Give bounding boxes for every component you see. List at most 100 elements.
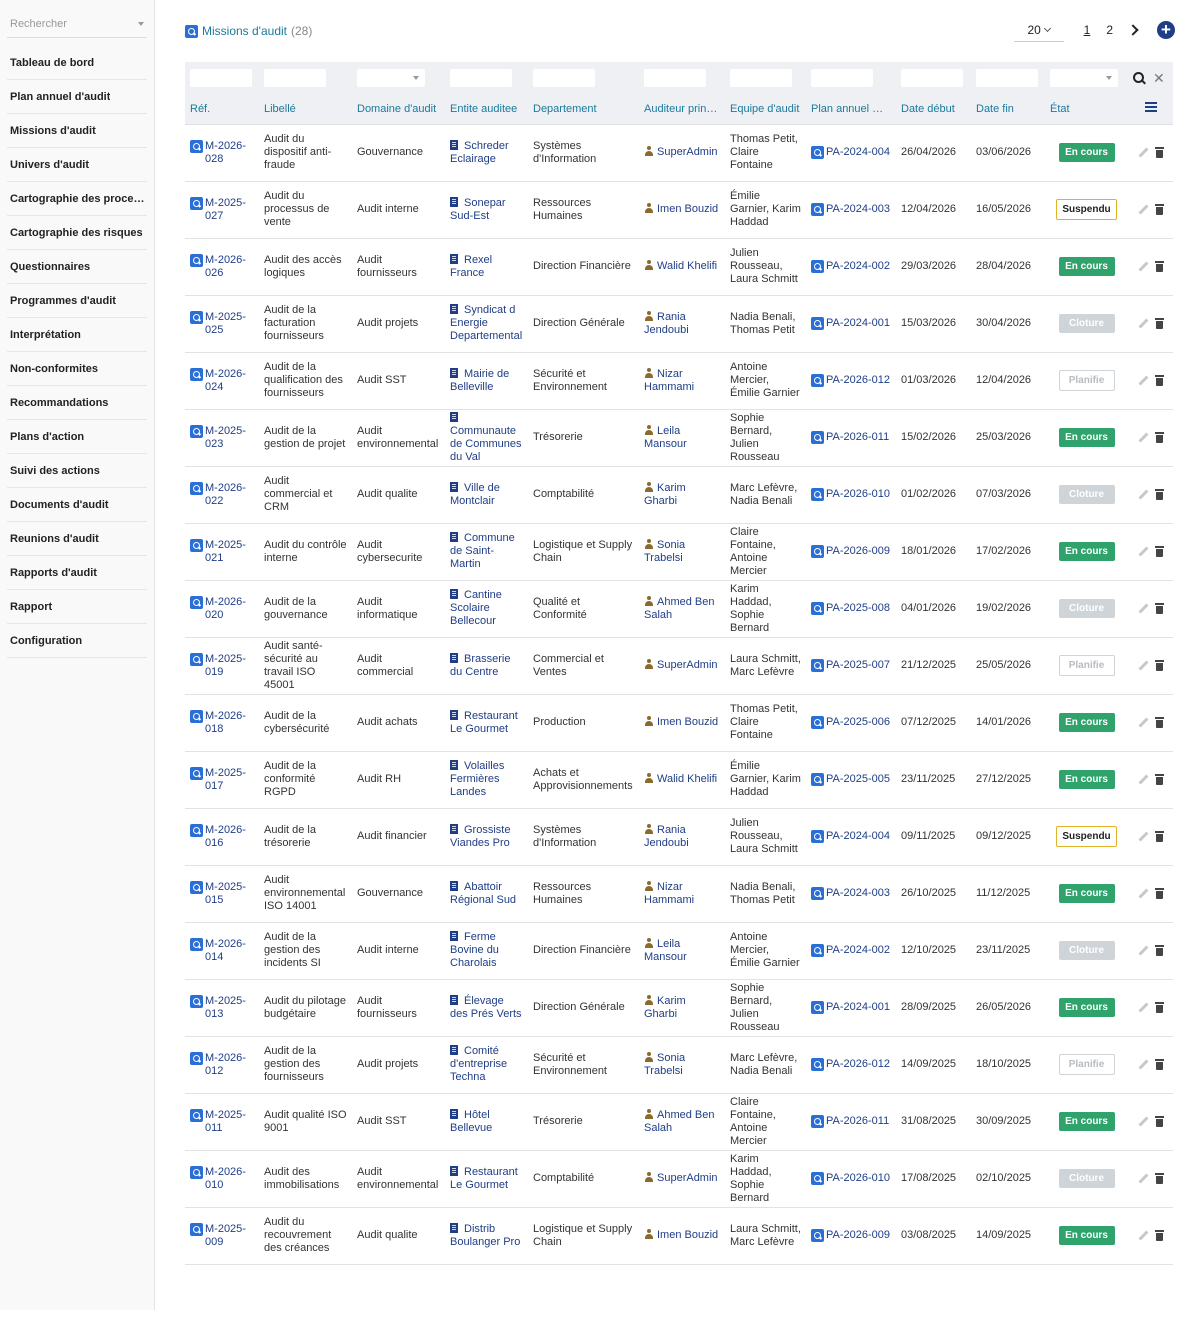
auditeur-link[interactable]: Rania Jendoubi [644,310,720,337]
close-icon[interactable]: ✕ [1153,70,1165,87]
entite-link[interactable]: Ferme Bovine du Charolais [450,931,523,970]
auditeur-link[interactable]: Rania Jendoubi [644,823,720,850]
entite-link[interactable]: Cantine Scolaire Bellecour [450,589,523,628]
filter-fin-input[interactable] [976,69,1038,87]
sidebar-item[interactable]: Interprétation [7,318,147,352]
plan-link[interactable]: PA-2024-001 [811,317,891,330]
mission-ref-link[interactable]: M-2025-011 [190,1108,254,1135]
column-header[interactable]: Domaine d'audit [352,94,445,125]
plan-link[interactable]: PA-2025-006 [811,716,891,729]
plan-link[interactable]: PA-2024-003 [811,887,891,900]
trash-icon[interactable] [1154,204,1164,215]
mission-ref-link[interactable]: M-2025-023 [190,424,254,451]
mission-ref-link[interactable]: M-2025-021 [190,538,254,565]
mission-ref-link[interactable]: M-2026-014 [190,937,254,964]
plan-link[interactable]: PA-2025-008 [811,602,891,615]
edit-icon[interactable] [1138,660,1149,671]
plan-link[interactable]: PA-2026-011 [811,431,891,444]
plan-link[interactable]: PA-2026-009 [811,545,891,558]
filter-etat-select[interactable] [1050,69,1118,87]
filter-debut-input[interactable] [901,69,963,87]
sidebar-item[interactable]: Documents d'audit [7,488,147,522]
entite-link[interactable]: Distrib Boulanger Pro [450,1222,523,1249]
auditeur-link[interactable]: Imen Bouzid [644,1229,720,1242]
filter-auditeur-input[interactable] [644,69,706,87]
trash-icon[interactable] [1154,1173,1164,1184]
column-list-icon[interactable] [1144,102,1157,113]
mission-ref-link[interactable]: M-2025-015 [190,880,254,907]
sidebar-search[interactable]: Rechercher [7,10,147,38]
trash-icon[interactable] [1154,774,1164,785]
trash-icon[interactable] [1154,831,1164,842]
filter-plan-input[interactable] [811,69,873,87]
edit-icon[interactable] [1138,489,1149,500]
auditeur-link[interactable]: Leila Mansour [644,937,720,964]
mission-ref-link[interactable]: M-2025-017 [190,766,254,793]
column-header[interactable]: Libellé [259,94,352,125]
mission-ref-link[interactable]: M-2026-016 [190,823,254,850]
auditeur-link[interactable]: SuperAdmin [644,659,720,672]
sidebar-item[interactable]: Recommandations [7,386,147,420]
sidebar-item[interactable]: Missions d'audit [7,114,147,148]
sidebar-item[interactable]: Rapports d'audit [7,556,147,590]
trash-icon[interactable] [1154,888,1164,899]
edit-icon[interactable] [1138,546,1149,557]
sidebar-item[interactable]: Tableau de bord [7,46,147,80]
column-header[interactable]: Equipe d'audit [725,94,806,125]
trash-icon[interactable] [1154,603,1164,614]
plan-link[interactable]: PA-2026-012 [811,1058,891,1071]
edit-icon[interactable] [1138,1173,1149,1184]
edit-icon[interactable] [1138,888,1149,899]
mission-ref-link[interactable]: M-2025-013 [190,994,254,1021]
sidebar-item[interactable]: Non-conformites [7,352,147,386]
plan-link[interactable]: PA-2024-004 [811,830,891,843]
plan-link[interactable]: PA-2026-010 [811,488,891,501]
entite-link[interactable]: Communaute de Communes du Val [450,411,523,464]
filter-ref-input[interactable] [190,69,252,87]
table-row[interactable]: M-2026-010 Audit des immobilisations Audit… [185,1150,1173,1208]
trash-icon[interactable] [1154,489,1164,500]
edit-icon[interactable] [1138,945,1149,956]
page-link-2[interactable]: 2 [1106,23,1113,37]
plan-link[interactable]: PA-2026-011 [811,1115,891,1128]
sidebar-item[interactable]: Programmes d'audit [7,284,147,318]
table-row[interactable]: M-2026-018 Audit de la cybersécurité Audit… [185,694,1173,752]
edit-icon[interactable] [1138,1116,1149,1127]
table-row[interactable]: M-2025-015 Audit environnemental ISO 1400… [185,865,1173,923]
table-row[interactable]: M-2026-014 Audit de la gestion des incide… [185,922,1173,980]
table-row[interactable]: M-2025-025 Audit de la facturation fourni… [185,295,1173,353]
filter-departement-input[interactable] [533,69,595,87]
auditeur-link[interactable]: Ahmed Ben Salah [644,1108,720,1135]
page-link-1[interactable]: 1 [1084,23,1091,37]
filter-libelle-input[interactable] [264,69,326,87]
entite-link[interactable]: Restaurant Le Gourmet [450,709,523,736]
entite-link[interactable]: Syndicat d Energie Departemental [450,304,523,343]
edit-icon[interactable] [1138,261,1149,272]
auditeur-link[interactable]: Karim Gharbi [644,481,720,508]
table-row[interactable]: M-2025-013 Audit du pilotage budgétaire Au… [185,979,1173,1037]
auditeur-link[interactable]: Walid Khelifi [644,260,720,273]
trash-icon[interactable] [1154,318,1164,329]
search-icon[interactable] [1133,71,1145,84]
sidebar-item[interactable]: Univers d'audit [7,148,147,182]
auditeur-link[interactable]: Imen Bouzid [644,716,720,729]
edit-icon[interactable] [1138,1002,1149,1013]
entite-link[interactable]: Comité d'entreprise Techna [450,1045,523,1084]
table-row[interactable]: M-2025-027 Audit du processus de vente Aud… [185,181,1173,239]
trash-icon[interactable] [1154,1002,1164,1013]
edit-icon[interactable] [1138,204,1149,215]
edit-icon[interactable] [1138,774,1149,785]
entite-link[interactable]: Commune de Saint-Martin [450,532,523,571]
edit-icon[interactable] [1138,318,1149,329]
table-row[interactable]: M-2026-020 Audit de la gouvernance Audit i… [185,580,1173,638]
auditeur-link[interactable]: Sonia Trabelsi [644,1051,720,1078]
trash-icon[interactable] [1154,546,1164,557]
auditeur-link[interactable]: SuperAdmin [644,1172,720,1185]
sidebar-search-input[interactable]: Rechercher [10,18,67,30]
column-header[interactable]: Plan annuel … [806,94,896,125]
auditeur-link[interactable]: SuperAdmin [644,146,720,159]
mission-ref-link[interactable]: M-2026-020 [190,595,254,622]
table-row[interactable]: M-2025-021 Audit du contrôle interne Audit… [185,523,1173,581]
plan-link[interactable]: PA-2026-009 [811,1229,891,1242]
trash-icon[interactable] [1154,1059,1164,1070]
